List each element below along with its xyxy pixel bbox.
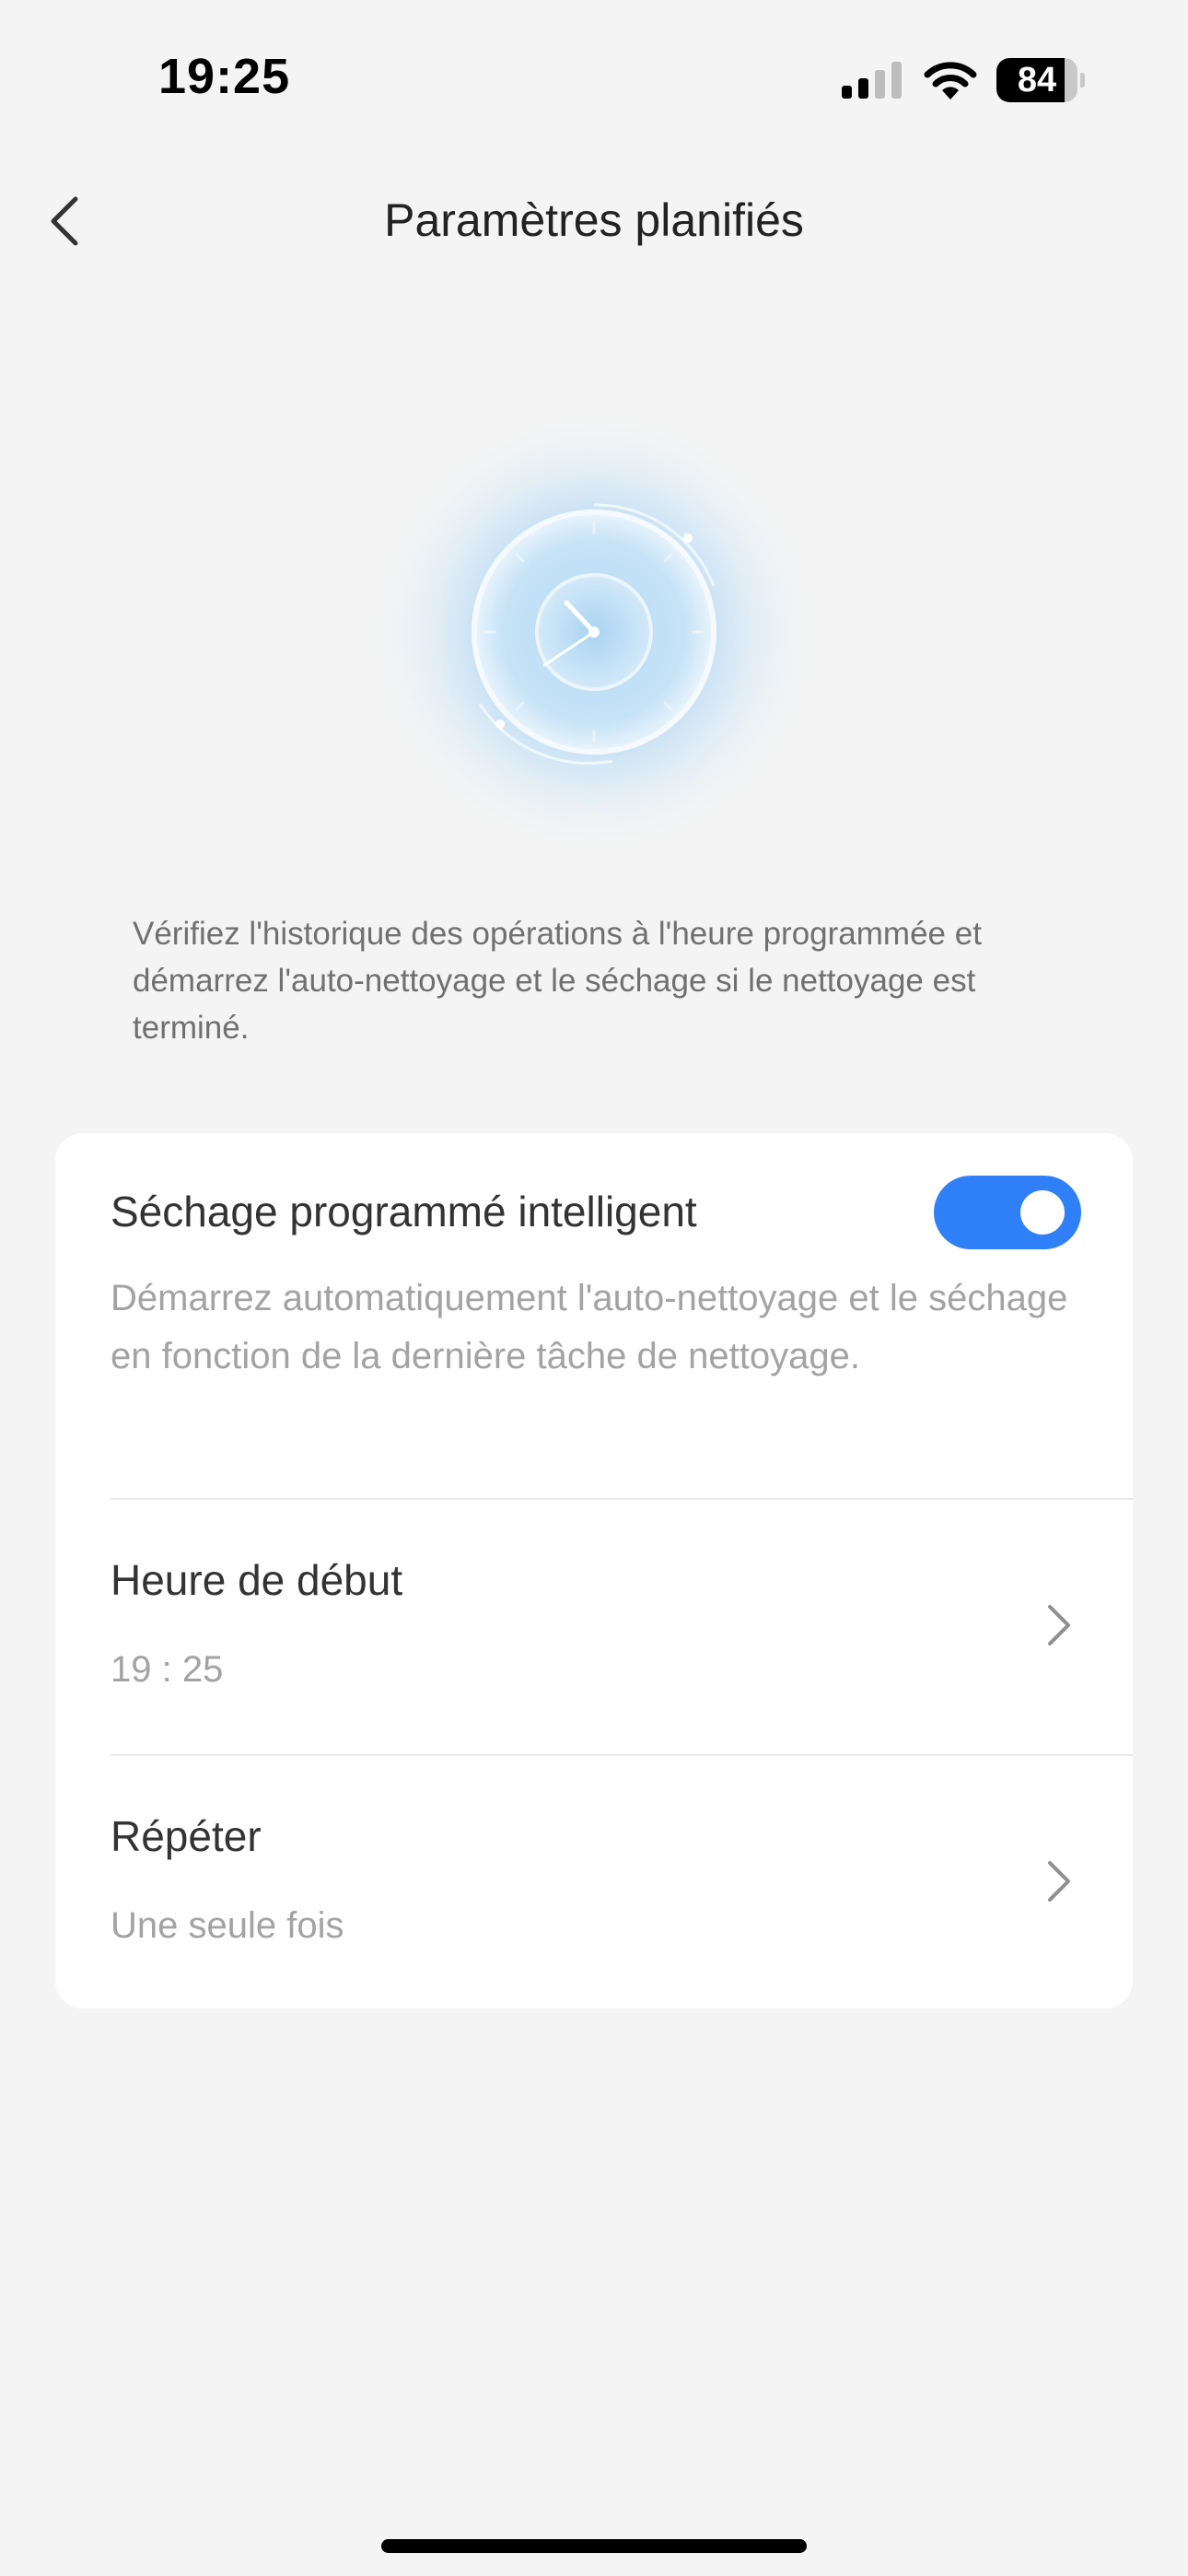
cellular-signal-icon <box>842 62 902 99</box>
repeat-title: Répéter <box>111 1812 262 1860</box>
repeat-value: Une seule fois <box>111 1905 344 1946</box>
start-time-title: Heure de début <box>111 1556 403 1604</box>
smart-drying-description: Démarrez automatiquement l'auto-nettoyag… <box>111 1278 1068 1376</box>
home-indicator[interactable] <box>381 2539 807 2553</box>
status-bar: 19:25 84 <box>0 0 1188 147</box>
start-time-value: 19 : 25 <box>111 1649 224 1690</box>
page-title: Paramètres planifiés <box>384 194 804 246</box>
battery-icon: 84 <box>996 58 1085 102</box>
status-time: 19:25 <box>158 49 291 104</box>
toggle-knob <box>1020 1190 1065 1235</box>
chevron-right-icon <box>1048 1605 1070 1645</box>
smart-drying-row: Séchage programmé intelligent Démarrez a… <box>55 1133 1133 1498</box>
wifi-icon <box>924 62 977 100</box>
smart-drying-toggle[interactable] <box>934 1176 1081 1249</box>
chevron-right-icon <box>1048 1861 1070 1902</box>
settings-card: Séchage programmé intelligent Démarrez a… <box>55 1133 1133 2008</box>
schedule-description: Vérifiez l'historique des opérations à l… <box>133 916 982 1046</box>
start-time-row[interactable]: Heure de début 19 : 25 <box>55 1500 1133 1754</box>
smart-drying-title: Séchage programmé intelligent <box>111 1188 697 1235</box>
repeat-row[interactable]: Répéter Une seule fois <box>55 1756 1133 2010</box>
battery-level: 84 <box>1017 61 1057 100</box>
clock-icon <box>368 406 820 858</box>
